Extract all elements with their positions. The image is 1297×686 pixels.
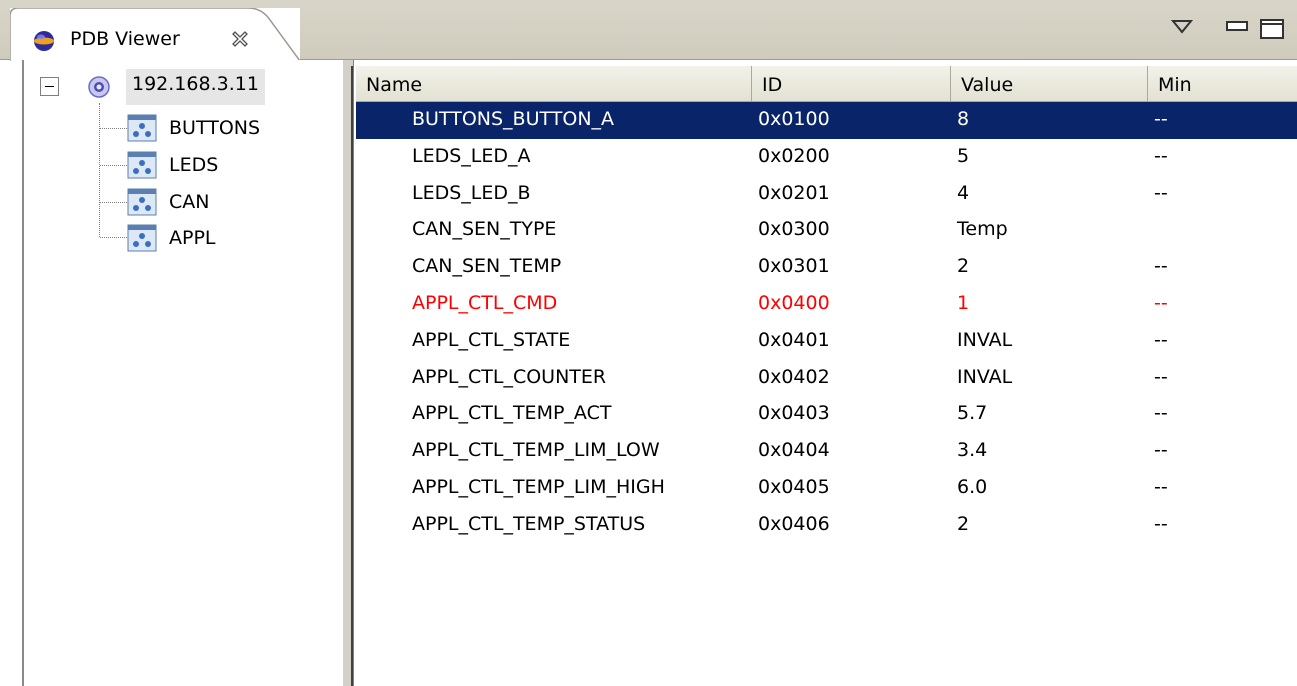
cell-id: 0x0100 xyxy=(758,108,830,130)
globe-icon xyxy=(34,31,54,51)
table-row[interactable]: APPL_CTL_CMD 0x0400 1 -- xyxy=(356,286,1297,323)
cell-name: APPL_CTL_COUNTER xyxy=(412,365,607,388)
cell-name: APPL_CTL_TEMP_STATUS xyxy=(412,512,646,535)
cell-min: -- xyxy=(1154,255,1168,278)
tree-collapse-toggle[interactable] xyxy=(40,77,59,96)
cell-id: 0x0201 xyxy=(758,181,830,204)
tree-connector xyxy=(100,202,127,203)
view-tab-title: PDB Viewer xyxy=(70,28,180,50)
splitter-edge xyxy=(351,66,353,686)
cell-id: 0x0300 xyxy=(758,218,830,241)
close-icon[interactable] xyxy=(228,27,252,51)
cell-id: 0x0405 xyxy=(758,476,830,498)
cell-id: 0x0401 xyxy=(758,328,830,351)
group-icon xyxy=(127,188,157,216)
cell-name: CAN_SEN_TYPE xyxy=(412,218,557,241)
tree-item-leds[interactable]: LEDS xyxy=(124,147,324,183)
cell-name: BUTTONS_BUTTON_A xyxy=(412,108,615,130)
cell-min: -- xyxy=(1154,365,1168,388)
view-title-bar: PDB Viewer xyxy=(0,0,1297,61)
tree-root-label[interactable]: 192.168.3.11 xyxy=(126,69,265,105)
cell-name: APPL_CTL_CMD xyxy=(412,292,558,314)
cell-value: 2 xyxy=(957,255,970,278)
cell-min: -- xyxy=(1154,476,1168,498)
cell-value: 5.7 xyxy=(957,402,988,425)
cell-min: -- xyxy=(1154,512,1168,535)
cell-value: 2 xyxy=(957,512,970,535)
cell-value: INVAL xyxy=(957,328,1013,351)
cell-id: 0x0301 xyxy=(758,255,830,278)
column-header-name[interactable]: Name xyxy=(356,66,752,102)
column-header-id[interactable]: ID xyxy=(752,66,951,102)
group-icon xyxy=(127,114,157,142)
cell-value: 4 xyxy=(957,181,970,204)
view-tab[interactable]: PDB Viewer xyxy=(10,8,300,61)
cell-id: 0x0402 xyxy=(758,365,830,388)
cell-value: Temp xyxy=(957,218,1008,241)
cell-min: -- xyxy=(1154,181,1168,204)
view-menu-icon[interactable] xyxy=(1170,18,1194,36)
cell-name: APPL_CTL_STATE xyxy=(412,328,571,351)
tree-item-buttons[interactable]: BUTTONS xyxy=(124,110,324,146)
table-row[interactable]: APPL_CTL_COUNTER 0x0402 INVAL -- xyxy=(356,360,1297,397)
cell-value: 1 xyxy=(957,292,970,314)
cell-name: LEDS_LED_A xyxy=(412,144,531,167)
cell-id: 0x0403 xyxy=(758,402,830,425)
table-row[interactable]: APPL_CTL_STATE 0x0401 INVAL -- xyxy=(356,323,1297,360)
cell-id: 0x0400 xyxy=(758,292,830,314)
cell-min: -- xyxy=(1154,439,1168,462)
cell-name: APPL_CTL_TEMP_LIM_LOW xyxy=(412,439,660,462)
cell-id: 0x0404 xyxy=(758,439,830,462)
table-header: Name ID Value Min xyxy=(356,66,1297,102)
group-icon xyxy=(127,224,157,252)
cell-value: 8 xyxy=(957,108,970,130)
pdb-table: Name ID Value Min BUTTONS_BUTTON_A 0x0100… xyxy=(356,66,1297,686)
tree-item-label: BUTTONS xyxy=(169,117,261,139)
tree-item-label: LEDS xyxy=(169,154,219,176)
tree-item-appl[interactable]: APPL xyxy=(124,220,324,256)
tree-item-can[interactable]: CAN xyxy=(124,184,324,220)
table-row[interactable]: APPL_CTL_TEMP_LIM_LOW 0x0404 3.4 -- xyxy=(356,433,1297,470)
minimize-icon[interactable] xyxy=(1225,20,1249,34)
tree-item-label: CAN xyxy=(169,191,210,213)
cell-value: 5 xyxy=(957,144,970,167)
cell-name: APPL_CTL_TEMP_LIM_HIGH xyxy=(412,476,665,498)
table-row[interactable]: CAN_SEN_TYPE 0x0300 Temp xyxy=(356,212,1297,249)
cell-name: APPL_CTL_TEMP_ACT xyxy=(412,402,612,425)
cell-name: LEDS_LED_B xyxy=(412,181,531,204)
table-row[interactable]: APPL_CTL_TEMP_ACT 0x0403 5.7 -- xyxy=(356,396,1297,433)
cell-min: -- xyxy=(1154,402,1168,425)
table-row[interactable]: APPL_CTL_TEMP_STATUS 0x0406 2 -- xyxy=(356,507,1297,544)
tree-connector xyxy=(99,103,100,237)
tree-item-label: APPL xyxy=(169,227,216,249)
table-row[interactable]: LEDS_LED_B 0x0201 4 -- xyxy=(356,176,1297,213)
column-header-min[interactable]: Min xyxy=(1148,66,1297,102)
view-content: 192.168.3.11 BUTTONS LEDS CAN APPL Name … xyxy=(22,60,1297,686)
tree-connector xyxy=(100,165,127,166)
cell-min: -- xyxy=(1154,328,1168,351)
cell-value: INVAL xyxy=(957,365,1013,388)
group-icon xyxy=(127,151,157,179)
cell-min: -- xyxy=(1154,108,1168,130)
cell-value: 3.4 xyxy=(957,439,988,462)
cell-id: 0x0200 xyxy=(758,144,830,167)
table-row[interactable]: LEDS_LED_A 0x0200 5 -- xyxy=(356,139,1297,176)
column-header-value[interactable]: Value xyxy=(951,66,1148,102)
cell-min: -- xyxy=(1154,144,1168,167)
cell-name: CAN_SEN_TEMP xyxy=(412,255,562,278)
server-icon xyxy=(88,76,110,98)
pdb-tree: 192.168.3.11 BUTTONS LEDS CAN APPL xyxy=(24,60,342,686)
cell-min: -- xyxy=(1154,292,1168,314)
table-row[interactable]: CAN_SEN_TEMP 0x0301 2 -- xyxy=(356,249,1297,286)
tree-connector xyxy=(100,128,127,129)
panel-splitter[interactable] xyxy=(342,60,354,686)
maximize-icon[interactable] xyxy=(1259,18,1285,40)
table-row[interactable]: APPL_CTL_TEMP_LIM_HIGH 0x0405 6.0 -- xyxy=(356,470,1297,507)
cell-id: 0x0406 xyxy=(758,512,830,535)
tree-connector xyxy=(100,237,127,238)
cell-value: 6.0 xyxy=(957,476,988,498)
table-row[interactable]: BUTTONS_BUTTON_A 0x0100 8 -- xyxy=(356,102,1297,139)
